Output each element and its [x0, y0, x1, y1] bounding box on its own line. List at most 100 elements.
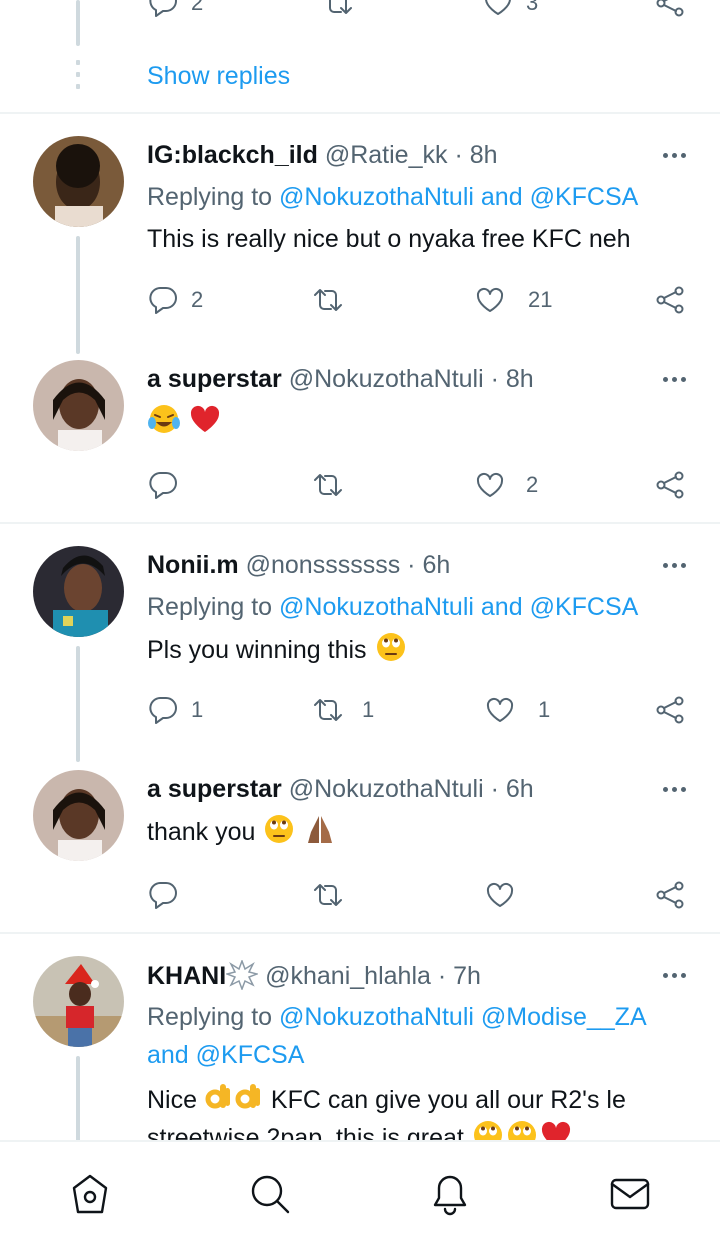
mention-link[interactable]: @NokuzothaNtuli	[279, 183, 474, 211]
share-button[interactable]	[654, 878, 686, 912]
like-button[interactable]: 2	[474, 468, 538, 502]
mention-joiner[interactable]: and	[147, 1041, 189, 1069]
divider	[0, 112, 720, 114]
tweet[interactable]: KHANI @khani_hlahla · 7h Replying to @No…	[147, 960, 692, 1140]
retweet-icon	[314, 699, 342, 721]
heart-icon	[476, 287, 504, 312]
avatar[interactable]	[33, 136, 124, 227]
retweet-button[interactable]	[312, 283, 344, 317]
ok-hand-emoji	[235, 1084, 260, 1109]
tweet[interactable]: IG:blackch_ild @Ratie_kk · 8h Replying t…	[147, 140, 692, 330]
reply-button[interactable]: 2	[147, 0, 203, 20]
divider	[0, 522, 720, 524]
display-name[interactable]: KHANI	[147, 962, 226, 990]
display-name[interactable]: a superstar	[147, 775, 282, 803]
rolling-eyes-emoji	[376, 633, 405, 661]
replying-prefix: Replying to	[147, 1003, 273, 1031]
separator: ·	[437, 962, 447, 990]
nav-messages[interactable]	[608, 1172, 652, 1216]
timestamp[interactable]: 6h	[422, 551, 450, 579]
like-button[interactable]: 1	[484, 693, 550, 727]
replying-to: Replying to @NokuzothaNtuli and @KFCSA	[147, 178, 638, 216]
timestamp[interactable]: 8h	[506, 365, 534, 393]
share-button[interactable]	[654, 693, 686, 727]
home-icon	[72, 1174, 108, 1214]
reply-button[interactable]	[147, 878, 179, 912]
more-options-icon[interactable]	[663, 153, 686, 158]
timestamp[interactable]: 7h	[453, 962, 481, 990]
retweet-button[interactable]	[312, 878, 344, 912]
tweet-actions: 2	[147, 468, 692, 502]
handle[interactable]: @khani_hlahla	[265, 962, 431, 990]
reply-count: 1	[191, 697, 204, 722]
thread-line	[76, 646, 80, 762]
heart-icon	[486, 882, 514, 907]
more-options-icon[interactable]	[663, 563, 686, 568]
more-options-icon[interactable]	[663, 973, 686, 978]
share-button[interactable]	[654, 283, 686, 317]
handle[interactable]: @NokuzothaNtuli	[289, 365, 484, 393]
nav-notifications[interactable]	[428, 1172, 472, 1216]
nav-search[interactable]	[248, 1172, 292, 1216]
mention-link[interactable]: @KFCSA	[196, 1041, 305, 1069]
handle[interactable]: @NokuzothaNtuli	[289, 775, 484, 803]
reply-button[interactable]	[147, 468, 179, 502]
retweet-button[interactable]	[312, 468, 344, 502]
more-options-icon[interactable]	[663, 377, 686, 382]
avatar[interactable]	[33, 546, 124, 637]
share-button[interactable]	[654, 468, 686, 502]
share-icon	[656, 696, 684, 724]
retweet-icon	[329, 0, 352, 14]
heart-icon	[476, 472, 504, 497]
more-options-icon[interactable]	[663, 787, 686, 792]
timestamp[interactable]: 8h	[470, 141, 498, 169]
tweet[interactable]: a superstar @NokuzothaNtuli · 6h thank y…	[147, 774, 692, 914]
like-button[interactable]: 3	[482, 0, 538, 20]
mention-link[interactable]: @KFCSA	[530, 183, 639, 211]
like-count: 1	[538, 697, 551, 722]
reply-icon	[149, 697, 177, 724]
reply-count: 2	[191, 0, 204, 15]
avatar[interactable]	[33, 770, 124, 861]
tweet-text: streetwise 2pap, this is great	[147, 1118, 573, 1140]
folded-hands-emoji	[308, 816, 333, 843]
tweet[interactable]: Nonii.m @nonsssssss · 6h Replying to @No…	[147, 550, 692, 740]
tweet[interactable]: a superstar @NokuzothaNtuli · 8h 2	[147, 364, 692, 504]
tweet-actions	[147, 878, 692, 912]
reply-button[interactable]: 1	[147, 693, 203, 727]
retweet-button[interactable]	[322, 0, 354, 20]
mention-link[interactable]: @NokuzothaNtuli	[279, 593, 474, 621]
tweet-text: This is really nice but o nyaka free KFC…	[147, 225, 631, 253]
mention-link[interactable]: @KFCSA	[530, 593, 639, 621]
retweet-button[interactable]: 1	[312, 693, 374, 727]
mention-joiner[interactable]: and	[481, 183, 523, 211]
rolling-eyes-emoji	[265, 815, 294, 843]
messages-icon	[610, 1178, 650, 1210]
share-button[interactable]	[654, 0, 686, 20]
timestamp[interactable]: 6h	[506, 775, 534, 803]
display-name[interactable]: a superstar	[147, 365, 282, 393]
avatar[interactable]	[33, 360, 124, 451]
handle[interactable]: @Ratie_kk	[325, 141, 448, 169]
mention-link[interactable]: @Modise__ZA	[481, 1003, 645, 1031]
like-button[interactable]: 21	[474, 283, 552, 317]
nav-home[interactable]	[68, 1172, 112, 1216]
mention-link[interactable]: @NokuzothaNtuli	[279, 1003, 474, 1031]
tweet-actions: 1 1 1	[147, 693, 692, 727]
handle[interactable]: @nonsssssss	[246, 551, 401, 579]
replying-to: Replying to @NokuzothaNtuli @Modise__ZA …	[147, 998, 692, 1074]
mention-joiner[interactable]: and	[481, 593, 523, 621]
show-replies-link[interactable]: Show replies	[147, 62, 290, 91]
timeline: 2 3 Show replies IG:blackch_ild @Ratie_k…	[0, 0, 720, 1140]
separator: ·	[407, 551, 416, 579]
like-button[interactable]	[484, 878, 516, 912]
display-name[interactable]: Nonii.m	[147, 551, 239, 579]
display-name[interactable]: IG:blackch_ild	[147, 141, 318, 169]
retweet-icon	[314, 884, 342, 906]
heart-icon	[486, 697, 514, 722]
retweet-icon	[314, 474, 342, 496]
reply-button[interactable]: 2	[147, 283, 203, 317]
avatar[interactable]	[33, 956, 124, 1047]
share-icon	[656, 0, 684, 17]
tears-of-joy-emoji	[148, 405, 180, 433]
